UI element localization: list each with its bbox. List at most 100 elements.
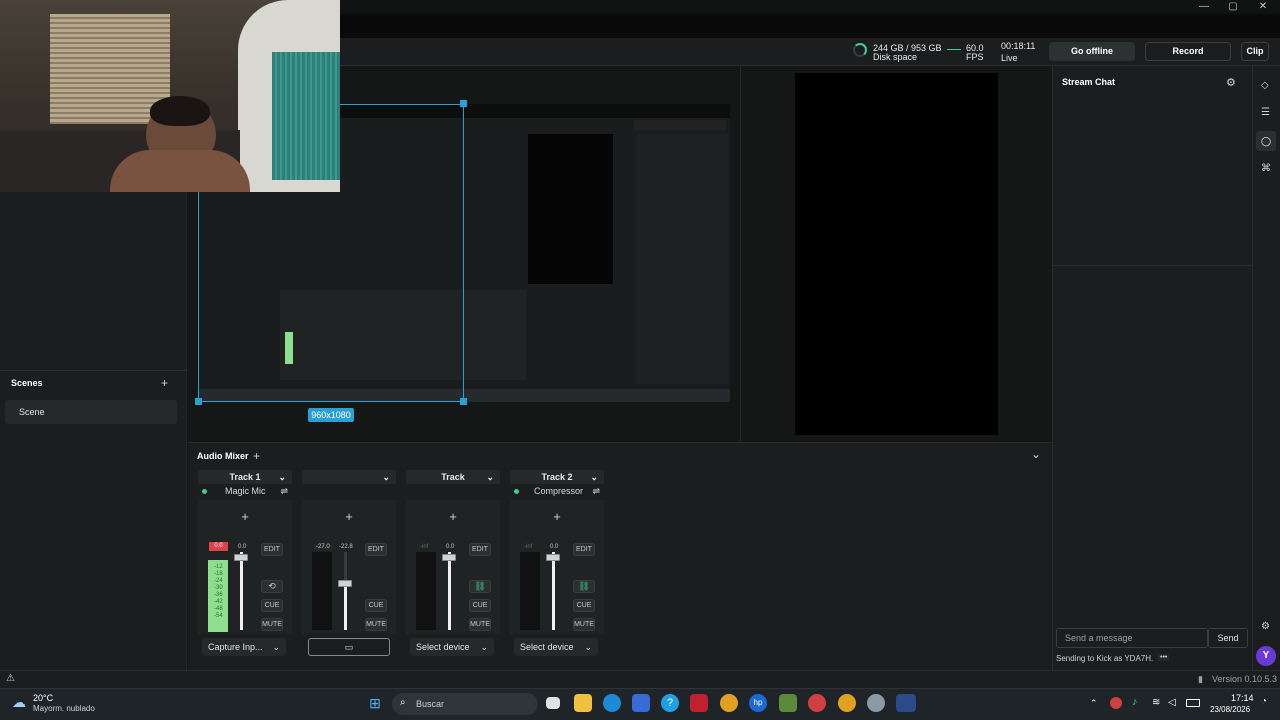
cue-button[interactable]: CUE xyxy=(261,599,283,612)
cue-button[interactable]: CUE xyxy=(365,599,387,612)
go-offline-button[interactable]: Go offline xyxy=(1049,42,1135,61)
level-meter xyxy=(520,552,540,630)
version-label: Version 0.10.5.3 xyxy=(1212,674,1278,684)
record-button[interactable]: Record xyxy=(1145,42,1231,61)
volume-fader-track[interactable] xyxy=(240,552,243,630)
device-select[interactable]: Select device ⌄ xyxy=(514,638,598,656)
volume-fader-knob[interactable] xyxy=(338,580,352,587)
volume-fader-knob[interactable] xyxy=(234,554,248,561)
fps-line-icon xyxy=(947,49,961,50)
maximize-button[interactable]: ▢ xyxy=(1218,0,1248,14)
peak-indicator: -inf xyxy=(420,544,429,550)
windows-start-icon[interactable]: ⊞ xyxy=(366,694,384,712)
volume-fader-track[interactable] xyxy=(552,552,555,630)
volume-fader-track[interactable] xyxy=(344,552,347,630)
webcam-source[interactable] xyxy=(0,0,340,192)
close-button[interactable]: ✕ xyxy=(1248,0,1278,14)
cue-button[interactable]: CUE xyxy=(573,599,595,612)
settings-icon[interactable]: ⚙ xyxy=(1261,621,1270,632)
avatar[interactable]: Y xyxy=(1256,646,1276,666)
battery-icon[interactable] xyxy=(1186,699,1200,707)
track-controls: 0.0 0.0 -12 -18 -24 -30 -36 -42 -48 -54 EDIT ⟲ … xyxy=(198,534,292,634)
clock-date[interactable]: 23/08/2026 xyxy=(1210,705,1250,714)
peak-indicator: 0.0 xyxy=(209,542,228,551)
track-name[interactable]: Track 1 ⌄ xyxy=(198,470,292,484)
resize-handle[interactable] xyxy=(460,100,467,107)
add-filter-button[interactable]: + xyxy=(198,500,292,534)
chat-bubble-icon[interactable]: ◯ xyxy=(1256,131,1276,151)
link-icon[interactable]: ⛓ xyxy=(573,580,595,593)
add-filter-button[interactable]: + xyxy=(302,500,396,534)
add-scene-button[interactable]: + xyxy=(161,376,168,390)
edit-button[interactable]: EDIT xyxy=(365,543,387,556)
edit-button[interactable]: EDIT xyxy=(261,543,283,556)
cue-button[interactable]: CUE xyxy=(469,599,491,612)
wifi-icon[interactable]: ≋ xyxy=(1152,697,1160,708)
clip-button[interactable]: Clip xyxy=(1241,42,1269,61)
weather-icon[interactable]: ☁ xyxy=(12,694,26,711)
add-filter-button[interactable]: + xyxy=(510,500,604,534)
resize-handle[interactable] xyxy=(460,398,467,405)
meter-scale: -12 -18 -24 -30 -36 -42 -48 -54 xyxy=(214,564,223,619)
chat-more-button[interactable]: ••• xyxy=(1158,654,1170,661)
chat-divider xyxy=(1052,265,1252,266)
disk-usage-icon xyxy=(853,43,867,57)
track-source[interactable]: Compressor ⇌ xyxy=(510,484,604,498)
volume-fader-knob[interactable] xyxy=(442,554,456,561)
chrome-icon[interactable] xyxy=(720,694,738,712)
scene-item[interactable]: Scene xyxy=(5,400,177,424)
add-filter-button[interactable]: + xyxy=(406,500,500,534)
filters-icon[interactable]: ⇌ xyxy=(280,484,288,498)
link-icon[interactable]: ⛓ xyxy=(469,580,491,593)
settings-app-icon[interactable] xyxy=(867,694,885,712)
volume-fader-track[interactable] xyxy=(448,552,451,630)
chat-send-button[interactable]: Send xyxy=(1208,628,1248,648)
volume-fader-knob[interactable] xyxy=(546,554,560,561)
device-select[interactable]: Capture Inp... ⌄ xyxy=(202,638,286,656)
clock-time[interactable]: 17:14 xyxy=(1231,693,1254,703)
task-view-icon[interactable] xyxy=(546,697,560,709)
microphone-icon[interactable]: ♪ xyxy=(1132,696,1138,708)
track-name[interactable]: Track 2 ⌄ xyxy=(510,470,604,484)
sliders-icon[interactable]: ☰ xyxy=(1261,107,1270,118)
chrome-profile-2-icon[interactable] xyxy=(838,694,856,712)
resize-handle[interactable] xyxy=(195,398,202,405)
mute-button[interactable]: MUTE xyxy=(365,618,387,631)
hp-icon[interactable]: hp xyxy=(749,694,767,712)
store-icon[interactable] xyxy=(632,694,650,712)
track-name[interactable]: Track ⌄ xyxy=(406,470,500,484)
chrome-profile-icon[interactable] xyxy=(808,694,826,712)
loop-icon[interactable]: ⟲ xyxy=(261,580,283,593)
monitor-output-button[interactable]: ▭ xyxy=(308,638,390,656)
chat-message-input[interactable]: Send a message xyxy=(1056,628,1208,648)
file-explorer-icon[interactable] xyxy=(574,694,592,712)
minimize-button[interactable]: — xyxy=(1189,0,1219,14)
taskbar-search[interactable]: ⌕ Buscar xyxy=(392,693,538,715)
volume-icon[interactable]: ◁ xyxy=(1168,697,1176,708)
mute-button[interactable]: MUTE xyxy=(261,618,283,631)
edit-button[interactable]: EDIT xyxy=(573,543,595,556)
mute-button[interactable]: MUTE xyxy=(573,618,595,631)
device-select[interactable]: Select device ⌄ xyxy=(410,638,494,656)
track-source[interactable]: Magic Mic ⇌ xyxy=(198,484,292,498)
track-name[interactable]: ⌄ xyxy=(302,470,396,484)
tray-chevron-icon[interactable]: ⌃ xyxy=(1090,698,1098,709)
gain-value: 0.0 xyxy=(238,544,247,550)
mute-button[interactable]: MUTE xyxy=(469,618,491,631)
help-icon[interactable]: ? xyxy=(661,694,679,712)
warning-icon[interactable]: ⚠ xyxy=(6,673,15,684)
gear-icon[interactable]: ⚙ xyxy=(1226,76,1236,89)
streaming-app-icon[interactable] xyxy=(896,694,916,712)
edit-button[interactable]: EDIT xyxy=(469,543,491,556)
vertical-output-preview[interactable] xyxy=(795,73,998,435)
filters-icon[interactable]: ⇌ xyxy=(592,484,600,498)
tray-app-icon[interactable] xyxy=(1110,697,1122,709)
collapse-mixer-chevron-icon[interactable]: ⌄ xyxy=(1031,447,1041,461)
notification-bell-icon[interactable]: ◔ xyxy=(1261,696,1267,707)
mcafee-icon[interactable] xyxy=(690,694,708,712)
broadcast-icon[interactable]: ⌘ xyxy=(1261,163,1271,174)
diamond-icon[interactable]: ◇ xyxy=(1261,80,1269,91)
minecraft-icon[interactable] xyxy=(779,694,797,712)
edge-icon[interactable] xyxy=(603,694,621,712)
add-track-button[interactable]: + xyxy=(253,449,260,463)
